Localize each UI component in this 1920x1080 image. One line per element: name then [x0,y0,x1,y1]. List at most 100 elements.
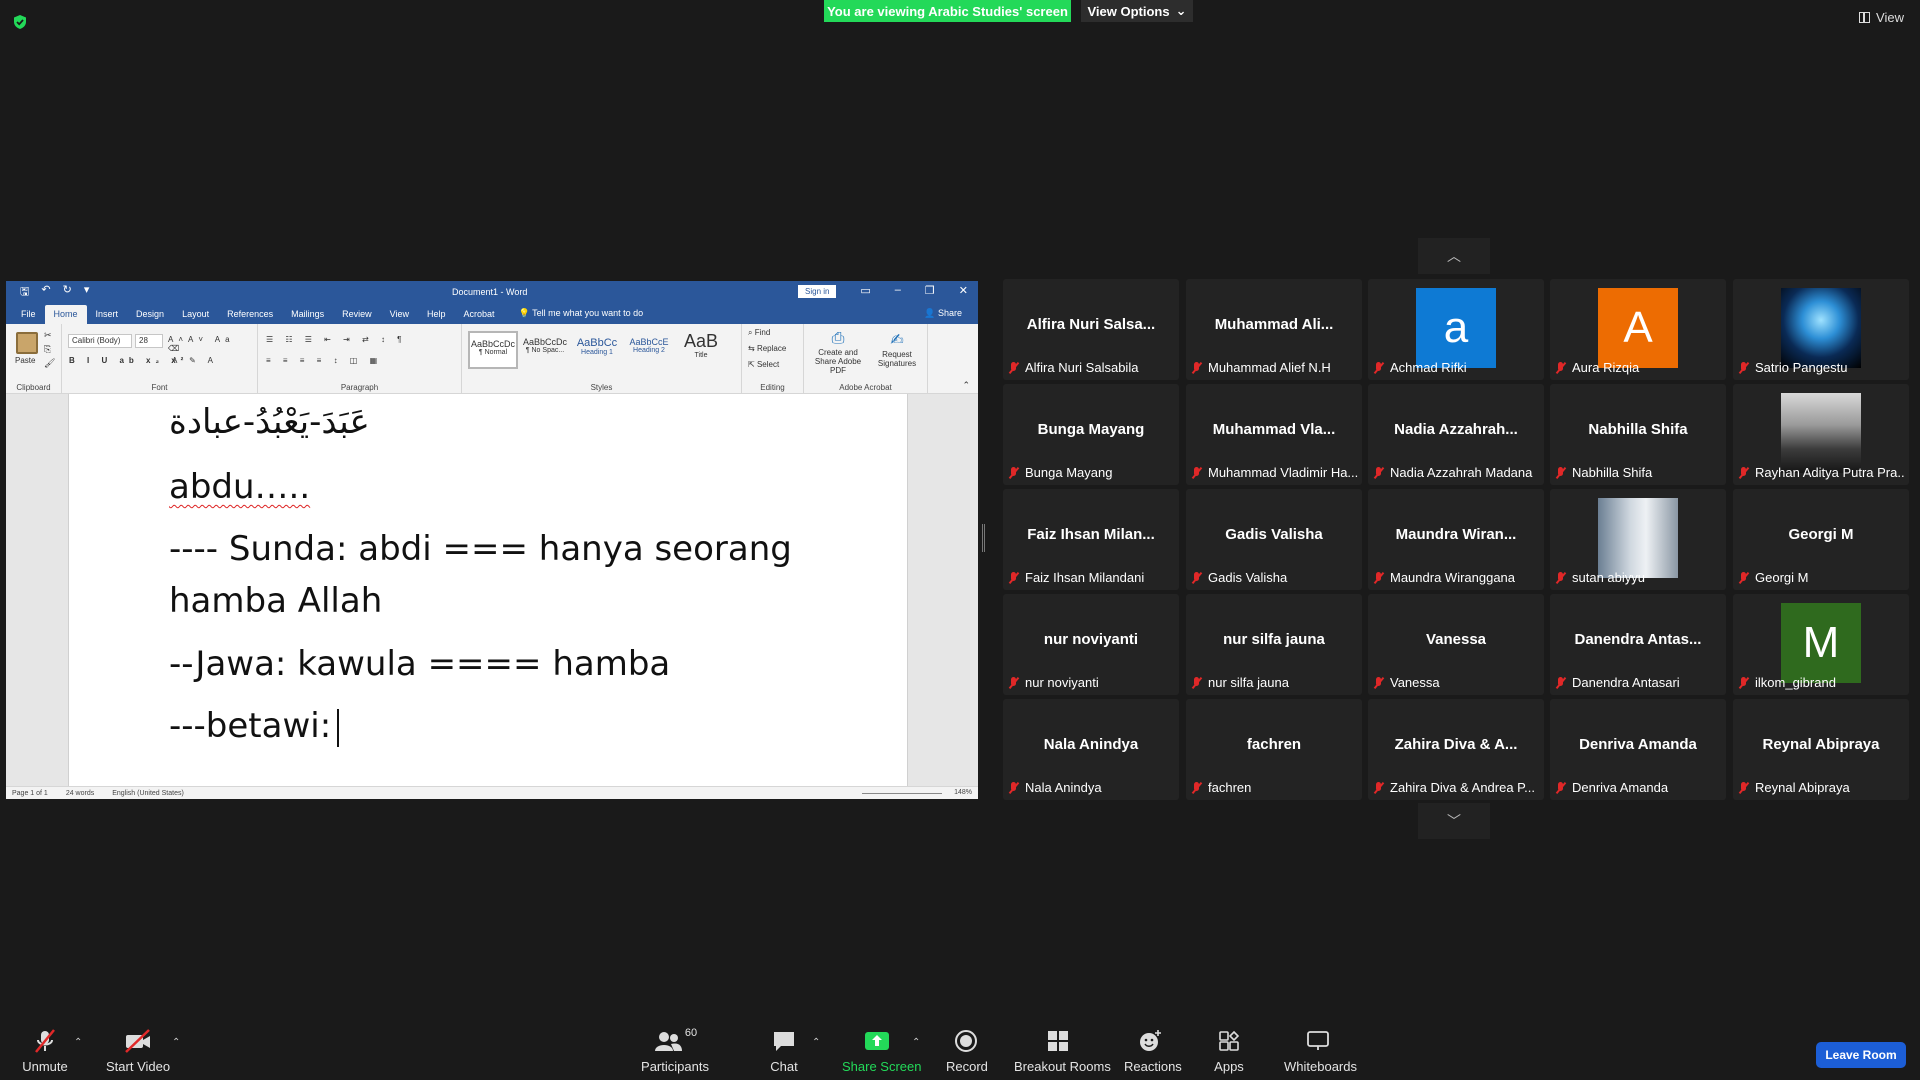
whiteboards-button[interactable]: Whiteboards [1284,1027,1357,1074]
participant-tile[interactable]: fachren fachren [1186,699,1362,800]
tab-design[interactable]: Design [127,309,173,324]
style-no-spacing[interactable]: AaBbCcDc ¶ No Spac... [520,331,570,369]
record-button[interactable]: Record [946,1027,988,1074]
replace-button[interactable]: ⇆ Replace [748,344,786,353]
participant-tile[interactable]: Reynal Abipraya Reynal Abipraya [1733,699,1909,800]
language-status[interactable]: English (United States) [112,790,184,797]
tab-mailings[interactable]: Mailings [282,309,333,324]
participant-tile[interactable]: Muhammad Ali... Muhammad Alief N.H [1186,279,1362,380]
view-options-button[interactable]: View Options ⌄ [1081,0,1193,22]
style-normal[interactable]: AaBbCcDc ¶ Normal [468,331,518,369]
participants-button[interactable]: 60 Participants [640,1027,710,1074]
view-button[interactable]: View [1859,10,1904,25]
participant-tile[interactable]: sutan abiyyu [1550,489,1726,590]
cut-icon[interactable]: ✂ [44,330,52,341]
participant-tile[interactable]: Bunga Mayang Bunga Mayang [1003,384,1179,485]
find-button[interactable]: ⌕ Find [748,328,770,338]
share-options-caret[interactable]: ⌃ [912,1037,920,1048]
participant-tile[interactable]: Maundra Wiran... Maundra Wiranggana [1368,489,1544,590]
reactions-button[interactable]: Reactions [1124,1027,1182,1074]
collapse-ribbon-icon[interactable]: ⌃ [962,380,970,391]
tab-help[interactable]: Help [418,309,455,324]
align-buttons[interactable]: ≡ ≡ ≡ ≡ ↕ ◫ ▦ [266,356,382,365]
breakout-rooms-button[interactable]: Breakout Rooms [1014,1027,1111,1074]
audio-options-caret[interactable]: ⌃ [74,1037,82,1048]
select-button[interactable]: ⇱ Select [748,360,779,369]
video-options-caret[interactable]: ⌃ [172,1037,180,1048]
participant-name-label: Gadis Valisha [1190,570,1358,585]
tab-home[interactable]: Home [44,305,87,324]
tab-references[interactable]: References [218,309,282,324]
participant-tile[interactable]: Zahira Diva & A... Zahira Diva & Andrea P… [1368,699,1544,800]
share-screen-button[interactable]: Share Screen [842,1027,922,1074]
participant-tile[interactable]: Nala Anindya Nala Anindya [1003,699,1179,800]
unmute-button[interactable]: Unmute [20,1027,70,1074]
restore-icon[interactable]: ❐ [925,284,935,297]
participant-tile[interactable]: A Aura Rizqia [1550,279,1726,380]
paste-icon[interactable] [16,332,38,354]
request-signatures-button[interactable]: ✍ Request Signatures [870,330,924,368]
font-color-buttons[interactable]: A ✎ A [172,356,218,365]
zoom-slider[interactable] [862,793,942,794]
document-page[interactable]: عَبَدَ-يَعْبُدُ-عبادة abdu….. ---- Sunda… [68,394,908,786]
participant-tile[interactable]: Alfira Nuri Salsa... Alfira Nuri Salsabil… [1003,279,1179,380]
format-painter-icon[interactable]: 🖌 [44,358,55,369]
start-video-button[interactable]: Start Video [106,1027,170,1074]
page-count[interactable]: Page 1 of 1 [12,790,48,797]
tab-review[interactable]: Review [333,309,381,324]
font-name-select[interactable]: Calibri (Body) [68,334,132,348]
leave-room-button[interactable]: Leave Room [1816,1042,1906,1068]
tab-insert[interactable]: Insert [87,309,128,324]
chat-button[interactable]: Chat [768,1027,800,1074]
tell-me-search[interactable]: 💡 Tell me what you want to do [510,308,653,324]
apps-button[interactable]: Apps [1214,1027,1244,1074]
gallery-prev-page-button[interactable]: ︿ [1418,238,1490,274]
gallery-next-page-button[interactable]: ﹀ [1418,803,1490,839]
participant-tile[interactable]: Satrio Pangestu [1733,279,1909,380]
style-title[interactable]: AaB Title [676,331,726,369]
tab-file[interactable]: File [12,309,45,324]
font-format-buttons[interactable]: B I U ab x₂ x² [69,356,188,365]
create-pdf-button[interactable]: ⎙ Create and Share Adobe PDF [808,330,868,375]
redo-icon[interactable]: ↻ [63,283,72,302]
word-count[interactable]: 24 words [66,790,94,797]
participant-tile[interactable]: Vanessa Vanessa [1368,594,1544,695]
participant-tile[interactable]: Danendra Antas... Danendra Antasari [1550,594,1726,695]
copy-icon[interactable]: ⎘ [44,344,51,355]
participant-tile[interactable]: Denriva Amanda Denriva Amanda [1550,699,1726,800]
muted-mic-icon [1007,676,1021,689]
undo-icon[interactable]: ↶ [41,283,50,302]
share-button[interactable]: 👤 Share [924,308,962,319]
participant-tile[interactable]: Nadia Azzahrah... Nadia Azzahrah Madana [1368,384,1544,485]
tab-acrobat[interactable]: Acrobat [455,309,504,324]
split-resize-handle[interactable] [982,524,985,552]
participant-tile[interactable]: Georgi M Georgi M [1733,489,1909,590]
participant-tile[interactable]: Muhammad Vla... Muhammad Vladimir Ha... [1186,384,1362,485]
participant-tile[interactable]: Milkom_gibrand [1733,594,1909,695]
participant-tile[interactable]: Gadis Valisha Gadis Valisha [1186,489,1362,590]
minimize-icon[interactable]: – [895,284,901,297]
sign-in-button[interactable]: Sign in [798,285,837,298]
close-icon[interactable]: ✕ [959,284,968,297]
list-buttons[interactable]: ☰ ☷ ☰ ⇤ ⇥ ⇄ ↕ ¶ [266,335,406,344]
zoom-level[interactable]: 148% [954,789,972,796]
participant-tile[interactable]: nur noviyanti nur noviyanti [1003,594,1179,695]
participant-tile[interactable]: nur silfa jauna nur silfa jauna [1186,594,1362,695]
font-size-select[interactable]: 28 [135,334,163,348]
document-area[interactable]: عَبَدَ-يَعْبُدُ-عبادة abdu….. ---- Sunda… [6,394,978,786]
participant-tile[interactable]: a Achmad Rifki [1368,279,1544,380]
paste-button[interactable]: Paste [15,356,35,365]
save-icon[interactable]: 🖫 [20,283,29,302]
style-heading-1[interactable]: AaBbCc Heading 1 [572,331,622,369]
tab-layout[interactable]: Layout [173,309,218,324]
font-size-buttons[interactable]: A˄A˅ Aa ⌫ [168,335,257,353]
customize-qat-icon[interactable]: ▾ [84,283,90,302]
security-shield-icon[interactable] [12,14,28,30]
participant-tile[interactable]: Faiz Ihsan Milan... Faiz Ihsan Milandani [1003,489,1179,590]
ribbon-display-icon[interactable]: ▭ [860,284,870,297]
participant-tile[interactable]: Rayhan Aditya Putra Pra... [1733,384,1909,485]
tab-view[interactable]: View [381,309,418,324]
chat-options-caret[interactable]: ⌃ [812,1037,820,1048]
participant-tile[interactable]: Nabhilla Shifa Nabhilla Shifa [1550,384,1726,485]
style-heading-2[interactable]: AaBbCcE Heading 2 [624,331,674,369]
